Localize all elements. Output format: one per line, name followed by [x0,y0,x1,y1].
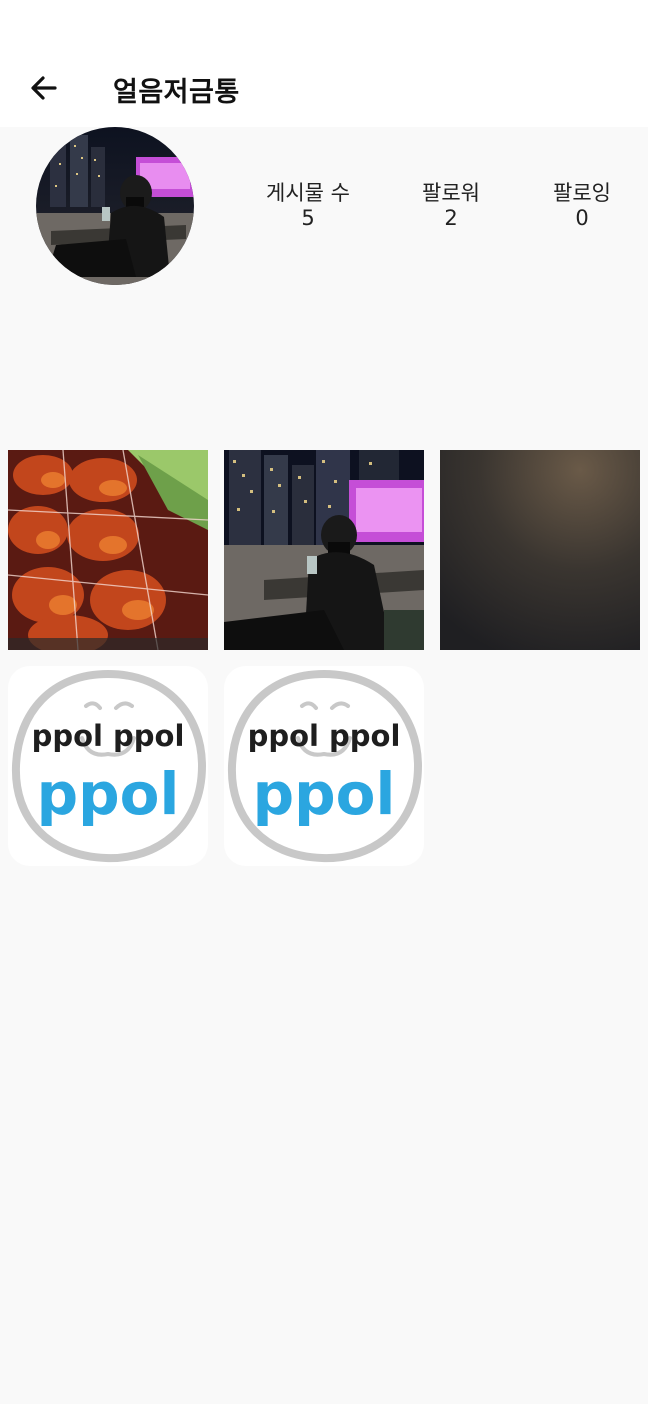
logo-text-bottom: ppol [37,760,180,828]
back-button[interactable] [22,68,66,108]
ppol-logo: ppol ppol ppol [227,669,423,863]
post-thumbnail[interactable]: ppol ppol ppol [8,666,208,866]
page-title: 얼음저금통 [113,77,240,108]
post-thumbnail[interactable]: ppol ppol ppol [224,666,424,866]
post-thumbnail[interactable] [440,450,640,650]
ppol-logo: ppol ppol ppol [11,669,207,863]
food-photo [8,450,208,650]
posts-count-value: 5 [301,206,315,230]
post-thumbnail[interactable] [8,450,208,650]
app-bar: 얼음저금통 [0,0,648,127]
following-stat[interactable]: 팔로잉 0 [549,180,615,230]
posts-count-stat: 게시물 수 5 [265,180,351,230]
arrow-left-icon [31,76,57,100]
logo-text-top: ppol ppol [32,719,185,753]
following-label: 팔로잉 [553,181,611,205]
dark-surface-photo [440,450,640,650]
post-thumbnail[interactable] [224,450,424,650]
night-person-photo [224,450,424,650]
logo-text-bottom: ppol [253,760,396,828]
posts-count-label: 게시물 수 [266,181,350,205]
followers-stat[interactable]: 팔로워 2 [418,180,484,230]
profile-avatar[interactable] [36,127,194,285]
followers-label: 팔로워 [422,181,480,205]
logo-text-top: ppol ppol [248,719,401,753]
followers-value: 2 [444,206,458,230]
following-value: 0 [575,206,589,230]
